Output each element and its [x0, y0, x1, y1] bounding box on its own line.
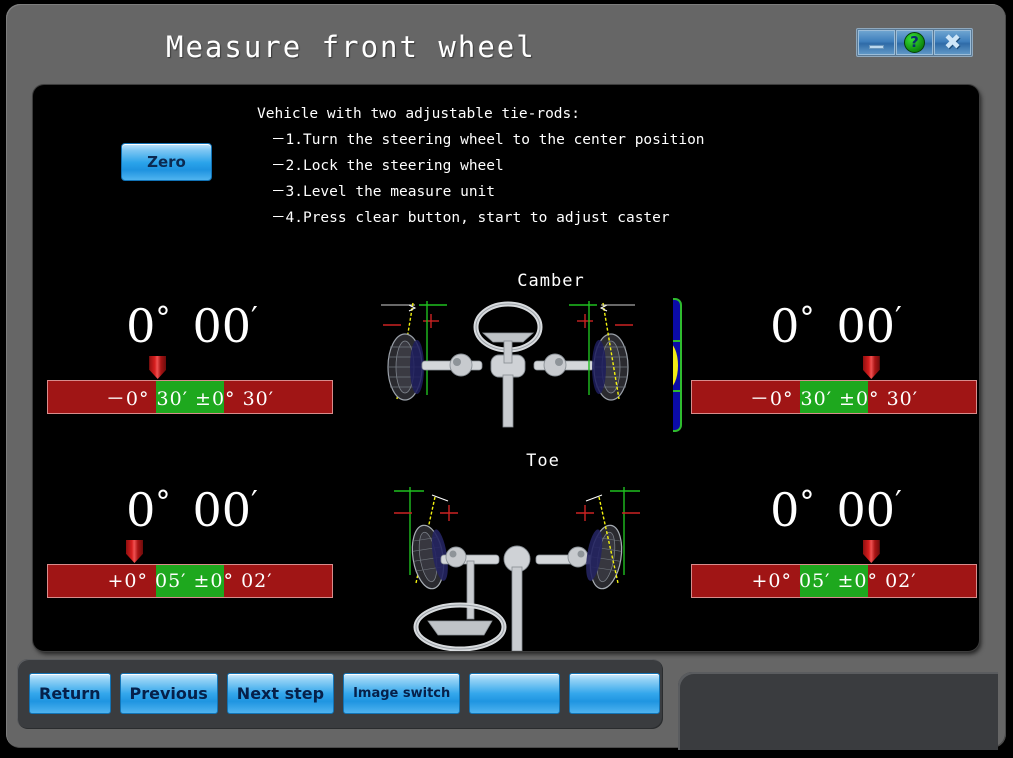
toe-left-degrees: 0 [126, 483, 156, 537]
toe-right-gauge-wrap: +0° 05′ ±0° 02′ [691, 536, 979, 598]
return-button[interactable]: Return [29, 673, 111, 714]
toe-right-value: 0° 00′ [691, 477, 979, 536]
camber-right-gauge: －0° 30′ ±0° 30′ [691, 380, 977, 414]
close-icon: ✖ [943, 30, 962, 54]
camber-section-label: Camber [517, 271, 585, 291]
toe-right-minutes: 00 [836, 483, 895, 537]
zero-button[interactable]: Zero [121, 143, 212, 181]
help-button[interactable]: ? [896, 30, 933, 55]
camber-left-gauge: －0° 30′ ±0° 30′ [47, 380, 333, 414]
toe-right-degrees: 0 [770, 483, 800, 537]
camber-right-degrees: 0 [770, 299, 800, 353]
camber-left-spec: －0° 30′ ±0° 30′ [105, 387, 275, 410]
previous-button[interactable]: Previous [119, 673, 218, 714]
bottom-toolbar: Return Previous Next step Image switch [17, 659, 663, 729]
toe-left-minutes: 00 [192, 483, 251, 537]
application-window: Measure front wheel ? ✖ Vehicle with two… [0, 0, 1013, 758]
measurement-screen: Vehicle with two adjustable tie-rods: －1… [33, 85, 979, 651]
toe-diagram-svg [394, 487, 640, 651]
spare-button-1[interactable] [469, 673, 561, 714]
camber-right-readout: 0° 00′ －0° 30′ ±0° 30′ [691, 293, 979, 414]
toe-left-spec: +0° 05′ ±0° 02′ [107, 570, 273, 592]
toe-section-label: Toe [526, 451, 560, 471]
minimize-button[interactable] [858, 30, 895, 55]
toe-left-gauge: +0° 05′ ±0° 02′ [47, 564, 333, 598]
close-button[interactable]: ✖ [934, 30, 971, 55]
title-bar: Measure front wheel ? ✖ [6, 4, 1006, 82]
minute-symbol: ′ [895, 485, 902, 520]
instruction-step-1: －1.Turn the steering wheel to the center… [271, 132, 705, 148]
toe-right-gauge: +0° 05′ ±0° 02′ [691, 564, 977, 598]
camber-right-spec: －0° 30′ ±0° 30′ [749, 387, 919, 410]
toe-right-readout: 0° 00′ +0° 05′ ±0° 02′ [691, 477, 979, 598]
camber-left-readout: 0° 00′ －0° 30′ ±0° 30′ [47, 293, 337, 414]
camber-right-pointer [862, 356, 880, 379]
instruction-heading: Vehicle with two adjustable tie-rods: [257, 106, 581, 122]
camber-diagram [343, 295, 673, 433]
help-icon: ? [904, 32, 925, 53]
page-title: Measure front wheel [166, 30, 536, 64]
instruction-step-2: －2.Lock the steering wheel [271, 158, 504, 174]
next-step-button[interactable]: Next step [226, 673, 335, 714]
minute-symbol: ′ [251, 301, 258, 336]
toe-right-pointer [862, 540, 880, 563]
toe-left-gauge-wrap: +0° 05′ ±0° 02′ [47, 536, 337, 598]
degree-symbol: ° [155, 301, 171, 336]
camber-right-value: 0° 00′ [691, 293, 979, 352]
degree-symbol: ° [799, 485, 815, 520]
bottom-right-panel [678, 672, 998, 750]
instruction-step-3: －3.Level the measure unit [271, 184, 496, 200]
toe-right-spec: +0° 05′ ±0° 02′ [751, 570, 917, 592]
window-controls: ? ✖ [856, 28, 973, 57]
degree-symbol: ° [799, 301, 815, 336]
camber-left-value: 0° 00′ [47, 293, 337, 352]
camber-left-degrees: 0 [126, 299, 156, 353]
camber-left-minutes: 00 [192, 299, 251, 353]
window-frame: Measure front wheel ? ✖ Vehicle with two… [6, 4, 1006, 750]
camber-diagram-svg [381, 301, 635, 428]
instruction-step-4: －4.Press clear button, start to adjust c… [271, 210, 670, 226]
camber-right-gauge-wrap: －0° 30′ ±0° 30′ [691, 352, 979, 414]
minimize-icon [869, 44, 884, 49]
camber-left-gauge-wrap: －0° 30′ ±0° 30′ [47, 352, 337, 414]
minute-symbol: ′ [251, 485, 258, 520]
toe-left-value: 0° 00′ [47, 477, 337, 536]
navigation-buttons: Return Previous Next step Image switch [29, 673, 661, 714]
degree-symbol: ° [155, 485, 171, 520]
instruction-block: Vehicle with two adjustable tie-rods: －1… [257, 101, 705, 231]
camber-right-minutes: 00 [836, 299, 895, 353]
spare-button-2[interactable] [569, 673, 661, 714]
image-switch-button[interactable]: Image switch [343, 673, 461, 714]
toe-diagram [388, 475, 646, 651]
minute-symbol: ′ [895, 301, 902, 336]
camber-left-pointer [149, 356, 167, 379]
toe-left-readout: 0° 00′ +0° 05′ ±0° 02′ [47, 477, 337, 598]
toe-left-pointer [126, 540, 143, 563]
